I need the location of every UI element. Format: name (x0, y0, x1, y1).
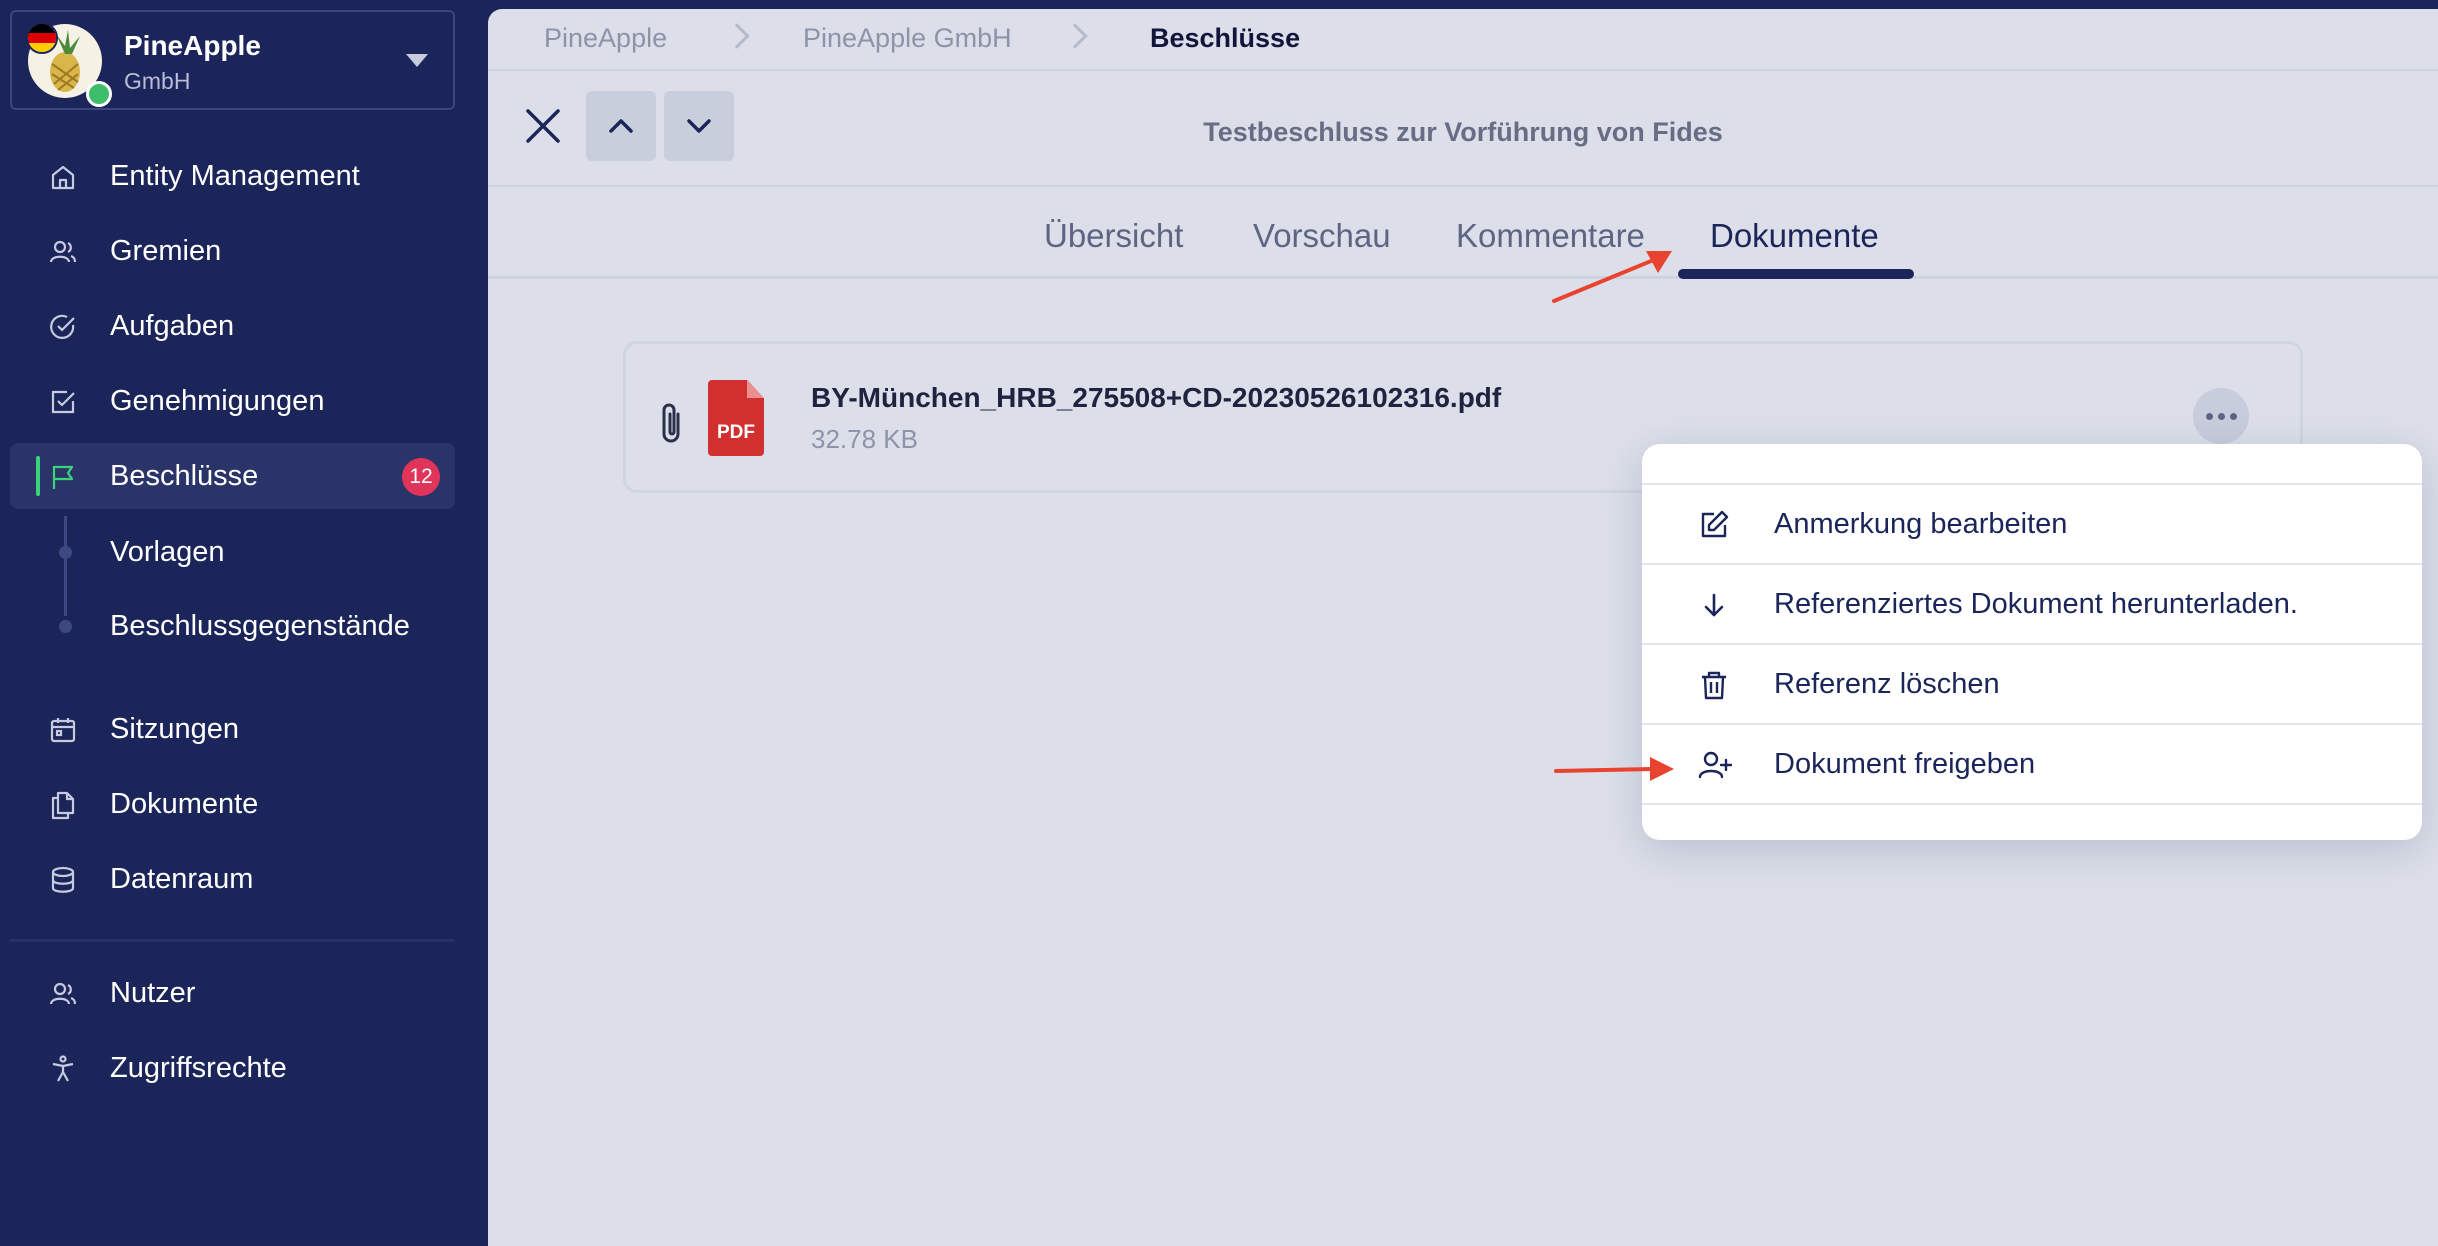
documents-icon (51, 791, 75, 820)
accessibility-icon (52, 1055, 74, 1082)
pdf-label: PDF (717, 422, 755, 443)
menu-item-delete-reference[interactable]: Referenz löschen (1642, 645, 2422, 723)
menu-item-label: Referenz löschen (1774, 667, 2000, 700)
chevron-right-icon (724, 23, 750, 49)
chevron-right-icon (1062, 23, 1088, 49)
chevron-down-icon[interactable] (406, 54, 428, 67)
sidebar-item-label: Sitzungen (110, 712, 239, 745)
breadcrumb-item[interactable]: PineApple (544, 23, 667, 54)
sidebar-item-label: Zugriffsrechte (110, 1051, 287, 1084)
entity-name: PineApple (124, 30, 261, 61)
file-actions-menu: Anmerkung bearbeiten Referenziertes Doku… (1642, 444, 2422, 840)
sidebar-item-label: Entity Management (110, 159, 360, 192)
annotation-arrow-menu (1554, 757, 1674, 781)
arrow-down-icon (1704, 593, 1724, 617)
sidebar-item-aufgaben[interactable]: Aufgaben (10, 293, 455, 359)
breadcrumb: PineApple PineApple GmbH Beschlüsse (488, 9, 2438, 69)
sidebar-item-beschluesse[interactable]: Beschlüsse 12 (10, 443, 455, 509)
tab-uebersicht[interactable]: Übersicht (1044, 217, 1183, 255)
sidebar-item-zugriffsrechte[interactable]: Zugriffsrechte (10, 1035, 455, 1101)
users-icon (49, 240, 77, 263)
sidebar-item-label: Aufgaben (110, 309, 235, 342)
sidebar-item-genehmigungen[interactable]: Genehmigungen (10, 368, 455, 434)
sidebar-subitem-vorlagen[interactable]: Vorlagen (110, 536, 225, 569)
breadcrumb-current: Beschlüsse (1150, 23, 1301, 53)
german-flag-icon (26, 22, 58, 54)
submenu-line (64, 516, 67, 616)
paperclip-icon (662, 403, 680, 443)
tab-bar: Übersicht Vorschau Kommentare Dokumente (488, 187, 2438, 279)
sidebar-item-label: Gremien (110, 234, 222, 267)
pdf-fold (747, 380, 764, 398)
flag-icon (52, 465, 74, 489)
file-size: 32.78 KB (811, 424, 918, 454)
annotation-arrow-tab (1552, 251, 1672, 303)
entity-switcher[interactable]: PineApple GmbH (10, 10, 455, 110)
trash-icon (1702, 671, 1726, 700)
tab-dokumente[interactable]: Dokumente (1710, 217, 1879, 255)
more-options-button[interactable] (2193, 388, 2249, 444)
menu-item-share-document[interactable]: Dokument freigeben (1642, 725, 2422, 803)
count-badge: 12 (402, 458, 440, 496)
entity-logo (26, 22, 112, 107)
dot (2205, 412, 2213, 420)
users-icon (49, 982, 77, 1005)
sidebar: PineApple GmbH Entity Management Gremien… (0, 0, 488, 1246)
document-title: Testbeschluss zur Vorführung von Fides (1203, 117, 1723, 147)
menu-divider (1642, 803, 2422, 805)
sidebar-divider (10, 939, 455, 942)
check-square-icon (51, 390, 75, 414)
dot (2229, 412, 2237, 420)
dot (2217, 412, 2225, 420)
sidebar-item-label: Beschlüsse (110, 459, 259, 492)
sidebar-item-gremien[interactable]: Gremien (10, 218, 455, 284)
entity-type: GmbH (124, 68, 191, 94)
calendar-icon (50, 718, 76, 743)
active-tab-underline (1678, 269, 1914, 279)
menu-item-download[interactable]: Referenziertes Dokument herunterladen. (1642, 565, 2422, 643)
submenu-dot (59, 546, 72, 559)
sidebar-subitem-beschlussgegenstaende[interactable]: Beschlussgegenstände (110, 610, 410, 643)
main-panel: PineApple PineApple GmbH Beschlüsse Test… (488, 9, 2438, 1246)
user-plus-icon (1698, 751, 1732, 779)
detail-toolbar: Testbeschluss zur Vorführung von Fides (488, 69, 2438, 187)
menu-item-label: Dokument freigeben (1774, 747, 2036, 780)
sidebar-item-label: Dokumente (110, 787, 259, 820)
sidebar-item-datenraum[interactable]: Datenraum (10, 846, 455, 912)
tab-vorschau[interactable]: Vorschau (1253, 217, 1391, 255)
sidebar-item-entity-management[interactable]: Entity Management (10, 143, 455, 209)
submenu-dot (59, 620, 72, 633)
online-status-dot (86, 81, 112, 107)
sidebar-item-nutzer[interactable]: Nutzer (10, 960, 455, 1026)
home-icon (51, 165, 75, 190)
active-indicator (36, 456, 40, 496)
sidebar-item-label: Nutzer (110, 976, 196, 1009)
check-circle-icon (50, 314, 75, 339)
edit-icon (1701, 510, 1729, 538)
file-name[interactable]: BY-München_HRB_275508+CD-20230526102316.… (811, 382, 1501, 414)
sidebar-item-label: Genehmigungen (110, 384, 325, 417)
database-icon (51, 866, 75, 893)
sidebar-item-label: Datenraum (110, 862, 254, 895)
menu-item-edit-note[interactable]: Anmerkung bearbeiten (1642, 485, 2422, 563)
sidebar-item-dokumente[interactable]: Dokumente (10, 771, 455, 837)
sidebar-item-sitzungen[interactable]: Sitzungen (10, 696, 455, 762)
menu-item-label: Anmerkung bearbeiten (1774, 507, 2068, 540)
breadcrumb-item[interactable]: PineApple GmbH (803, 23, 1012, 54)
menu-item-label: Referenziertes Dokument herunterladen. (1774, 587, 2298, 620)
